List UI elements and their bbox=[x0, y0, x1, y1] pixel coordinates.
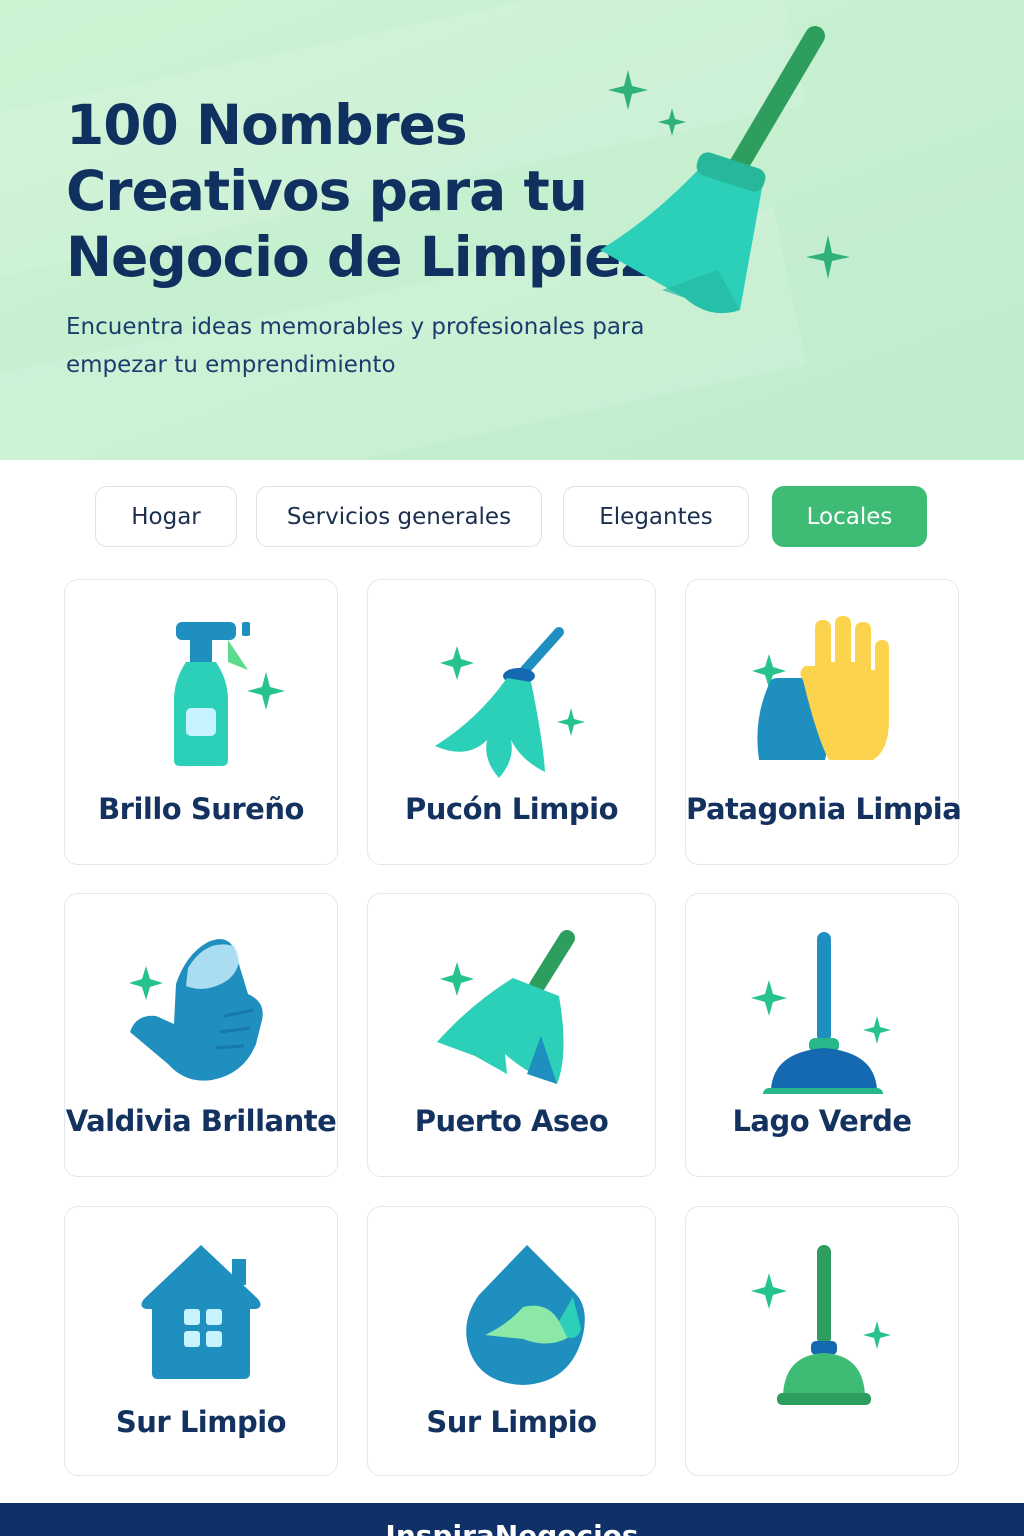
filter-chip-locales[interactable]: Locales bbox=[772, 486, 927, 547]
name-card-pucon-limpio[interactable]: Pucón Limpio bbox=[367, 579, 656, 865]
house-icon bbox=[141, 1245, 261, 1379]
category-filters: Hogar Servicios generales Elegantes Loca… bbox=[0, 486, 1024, 548]
spray-bottle-icon bbox=[174, 622, 285, 766]
page-subtitle: Encuentra ideas memorables y profesional… bbox=[66, 314, 645, 378]
glove-icon bbox=[752, 616, 889, 760]
hero-banner: 100 Nombres Creativos para tu Negocio de… bbox=[0, 0, 1024, 460]
name-card-patagonia-limpia[interactable]: Patagonia Limpia bbox=[685, 579, 962, 865]
card-name-label: Puerto Aseo bbox=[414, 1104, 609, 1138]
name-card-brillo-sureno[interactable]: Brillo Sureño bbox=[64, 579, 338, 865]
name-card-valdivia-brillante[interactable]: Valdivia Brillante bbox=[64, 893, 338, 1177]
filter-chip-servicios-generales[interactable]: Servicios generales bbox=[256, 486, 542, 547]
filter-chip-elegantes[interactable]: Elegantes bbox=[563, 486, 749, 547]
plunger-icon bbox=[751, 932, 891, 1094]
broom-icon bbox=[600, 26, 850, 314]
card-name-label: Sur Limpio bbox=[115, 1405, 287, 1439]
card-name-label: Sur Limpio bbox=[426, 1405, 597, 1439]
plunger-icon bbox=[751, 1245, 891, 1405]
water-drop-icon bbox=[465, 1245, 585, 1385]
footer-brand[interactable]: InspiraNegocios bbox=[0, 1519, 1024, 1536]
name-card-sur-limpio-drop[interactable]: Sur Limpio bbox=[367, 1206, 656, 1476]
card-name-label: Brillo Sureño bbox=[98, 792, 304, 826]
card-name-label: Lago Verde bbox=[732, 1104, 912, 1138]
broom-icon bbox=[436, 930, 575, 1084]
name-card-plunger[interactable] bbox=[685, 1206, 959, 1476]
footer-bar: InspiraNegocios bbox=[0, 1503, 1024, 1536]
name-card-sur-limpio-house[interactable]: Sur Limpio bbox=[64, 1206, 338, 1476]
filter-chip-hogar[interactable]: Hogar bbox=[95, 486, 237, 547]
name-card-puerto-aseo[interactable]: Puerto Aseo bbox=[367, 893, 656, 1177]
cleaning-glove-icon bbox=[129, 939, 263, 1081]
card-name-label: Valdivia Brillante bbox=[65, 1104, 337, 1138]
card-name-label: Pucón Limpio bbox=[404, 792, 619, 826]
mop-icon bbox=[434, 627, 585, 778]
name-card-lago-verde[interactable]: Lago Verde bbox=[685, 893, 959, 1177]
card-name-label: Patagonia Limpia bbox=[686, 792, 962, 826]
